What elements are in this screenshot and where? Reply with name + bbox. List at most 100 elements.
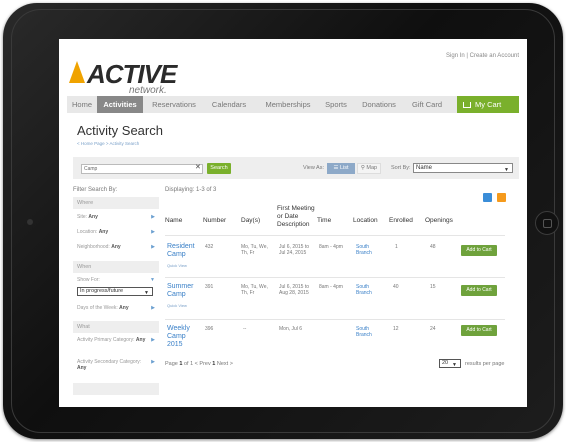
screen: ACTIVE network. Sign In | Create an Acco… (59, 39, 527, 407)
activity-openings: 48 (430, 244, 436, 250)
view-as-label: View As: (303, 165, 324, 171)
activity-openings: 24 (430, 326, 436, 332)
search-input[interactable]: Camp (81, 164, 203, 174)
activity-time: 8am - 4pm (319, 284, 343, 290)
site-label: Site: (77, 214, 88, 220)
chevron-right-icon[interactable]: ▶ (151, 244, 155, 250)
activity-enrolled: 40 (393, 284, 399, 290)
breadcrumb[interactable]: < Home Page > Activity Search (77, 141, 139, 146)
page-title: Activity Search (77, 123, 163, 138)
when-header: When (73, 261, 159, 273)
results-count: Displaying: 1-3 of 3 (165, 187, 217, 193)
activity-location-link[interactable]: South Branch (356, 326, 380, 338)
add-to-cart-button[interactable]: Add to Cart (461, 285, 497, 296)
activity-name-link[interactable]: Weekly Camp 2015 (167, 325, 197, 349)
per-page-select[interactable]: 20 ▼ (439, 359, 461, 368)
activity-date: Jul 6, 2015 to Aug 28, 2015 (279, 284, 310, 296)
pager-next-link[interactable]: Next > (217, 361, 233, 367)
primary-value: Any (135, 337, 146, 343)
activity-name-link[interactable]: Resident Camp (167, 243, 197, 259)
primary-category-filter[interactable]: Activity Primary Category: Any (77, 337, 147, 343)
header: ACTIVE network. Sign In | Create an Acco… (59, 39, 527, 97)
chevron-down-icon[interactable]: ▼ (150, 277, 155, 283)
row-divider (165, 319, 505, 320)
quick-view-link[interactable]: Quick View (167, 303, 193, 308)
activity-date: Mon, Jul 6 (279, 326, 303, 332)
auth-separator: | (466, 53, 468, 59)
chevron-right-icon[interactable]: ▶ (151, 305, 155, 311)
activity-location-link[interactable]: South Branch (356, 284, 380, 296)
activity-date: Jul 6, 2015 to Jul 24, 2015 (279, 244, 310, 256)
show-for-select[interactable]: In progress/future ▼ (77, 287, 153, 296)
activity-number: 396 (205, 326, 214, 332)
nav-activities[interactable]: Activities (97, 96, 143, 113)
activity-name-link[interactable]: Summer Camp (167, 283, 197, 299)
activity-enrolled: 1 (395, 244, 398, 250)
nav-home[interactable]: Home (67, 96, 97, 113)
activity-location-link[interactable]: South Branch (356, 244, 380, 256)
nav-calendars[interactable]: Calendars (205, 96, 253, 113)
create-account-link[interactable]: Create an Account (470, 53, 519, 59)
share-icon[interactable] (483, 193, 492, 202)
logo[interactable]: ACTIVE network. (69, 53, 189, 96)
site-filter[interactable]: Site: Any (77, 214, 98, 220)
location-label: Location: (77, 229, 98, 235)
activity-enrolled: 12 (393, 326, 399, 332)
chevron-right-icon[interactable]: ▶ (151, 229, 155, 235)
location-filter[interactable]: Location: Any (77, 229, 108, 235)
per-page-value: 20 (442, 360, 449, 366)
nav-memberships[interactable]: Memberships (259, 96, 317, 113)
pager-prev-link[interactable]: of 1 < Prev (184, 361, 211, 367)
primary-label: Activity Primary Category: (77, 337, 135, 343)
sign-in-link[interactable]: Sign In (446, 53, 465, 59)
activity-days: -- (243, 326, 247, 332)
clear-search-icon[interactable]: ✕ (195, 163, 201, 171)
chevron-right-icon[interactable]: ▶ (151, 337, 155, 343)
chevron-right-icon[interactable]: ▶ (151, 214, 155, 220)
nav-donations[interactable]: Donations (357, 96, 401, 113)
nav-reservations[interactable]: Reservations (147, 96, 201, 113)
row-divider (165, 277, 505, 278)
where-header: Where (73, 197, 159, 209)
site-value: Any (88, 214, 98, 220)
days-label: Days of the Week: (77, 305, 118, 311)
add-to-cart-button[interactable]: Add to Cart (461, 245, 497, 256)
home-button[interactable] (535, 211, 559, 235)
my-cart-button[interactable]: My Cart (457, 96, 519, 113)
list-view-button[interactable]: ☰ List (327, 163, 355, 174)
chevron-down-icon: ▼ (144, 290, 149, 296)
neighborhood-filter[interactable]: Neighborhood: Any (77, 244, 121, 250)
rss-icon[interactable] (497, 193, 506, 202)
secondary-category-filter[interactable]: Activity Secondary Category: Any (77, 359, 147, 371)
chevron-down-icon: ▼ (504, 167, 509, 173)
col-first-meeting: First Meeting or Date Description (277, 205, 315, 228)
nav-sports[interactable]: Sports (321, 96, 351, 113)
cart-label: My Cart (475, 100, 502, 109)
chevron-down-icon: ▼ (452, 362, 457, 368)
secondary-label: Activity Secondary Category: (77, 359, 142, 365)
col-openings: Openings (425, 217, 453, 224)
map-view-button[interactable]: ⚲ Map (357, 163, 381, 174)
tablet-frame: ACTIVE network. Sign In | Create an Acco… (3, 3, 563, 439)
pager-page-number[interactable]: 1 (212, 361, 215, 367)
filter-title: Filter Search By: (73, 187, 118, 193)
col-time: Time (317, 217, 332, 224)
neighborhood-value: Any (111, 244, 121, 250)
nav-gift-card[interactable]: Gift Card (405, 96, 449, 113)
quick-view-link[interactable]: Quick View (167, 263, 193, 268)
search-button[interactable]: Search (207, 163, 231, 174)
main-nav: Home Activities Reservations Calendars M… (67, 96, 519, 113)
sort-select[interactable]: Name ▼ (413, 163, 513, 173)
logo-mark-icon (69, 61, 85, 83)
pagination: Page 1 of 1 < Prev 1 Next > (165, 361, 233, 367)
col-location: Location (353, 217, 378, 224)
what-header: What (73, 321, 159, 333)
search-bar: Camp ✕ Search View As: ☰ List ⚲ Map Sort… (73, 157, 519, 179)
chevron-right-icon[interactable]: ▶ (151, 359, 155, 365)
pager-page-label: Page (165, 361, 178, 367)
add-to-cart-button[interactable]: Add to Cart (461, 325, 497, 336)
activity-days: Mo, Tu, We, Th, Fr (241, 284, 268, 296)
days-filter[interactable]: Days of the Week: Any (77, 305, 129, 311)
col-days: Day(s) (241, 217, 261, 224)
col-name: Name (165, 217, 183, 224)
